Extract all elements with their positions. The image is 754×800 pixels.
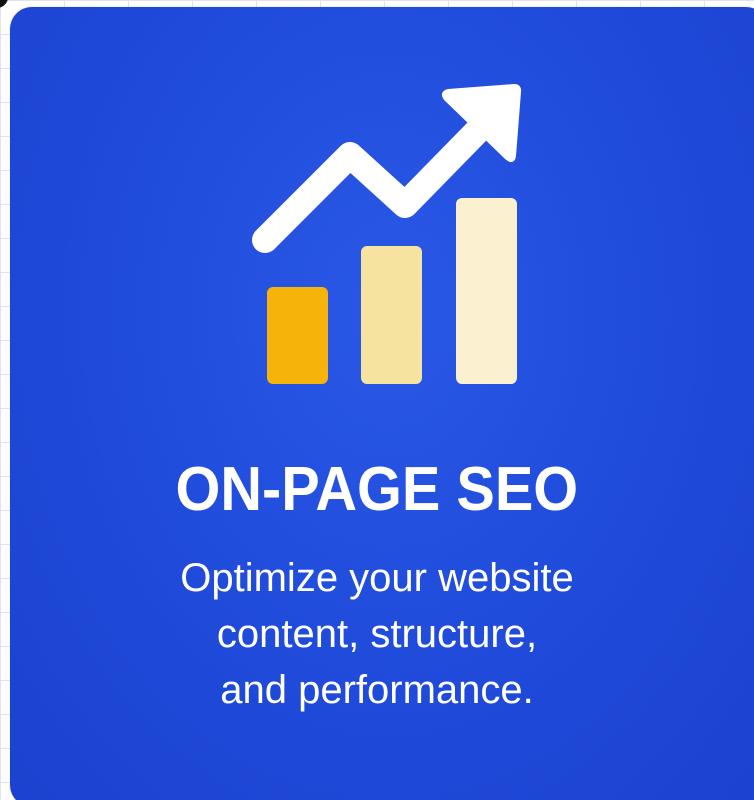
subtitle-line-2: content, structure,: [216, 612, 538, 656]
bar-medium: [361, 246, 422, 384]
subtitle-line-3: and performance.: [220, 668, 534, 712]
page: ON-PAGE SEO Optimize your website conten…: [0, 0, 754, 800]
subtitle-line-1: Optimize your website: [180, 556, 574, 600]
card-subtitle: Optimize your website content, structure…: [0, 550, 754, 718]
card-title: ON-PAGE SEO: [175, 455, 579, 524]
bar-short: [267, 287, 328, 384]
bar-tall: [456, 198, 517, 384]
